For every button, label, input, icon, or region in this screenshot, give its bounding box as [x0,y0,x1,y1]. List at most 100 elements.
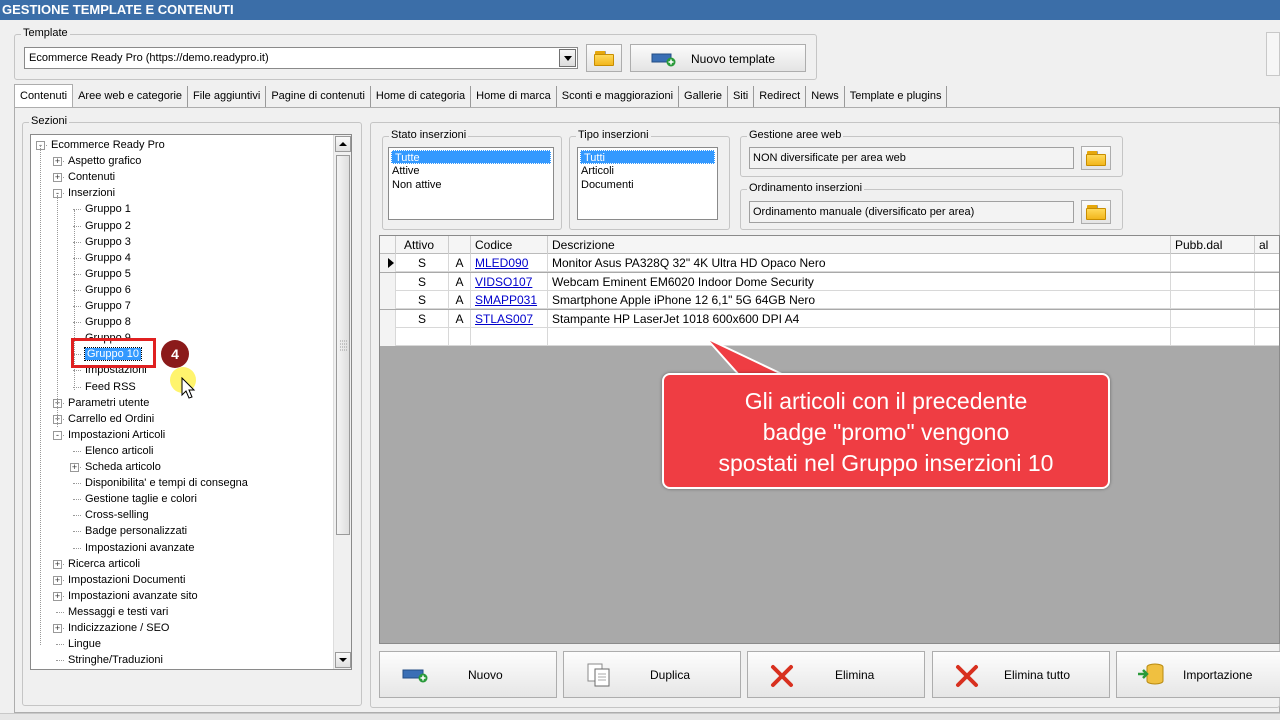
grid-header-descrizione[interactable]: Descrizione [548,236,1171,254]
importazione-button[interactable]: Importazione [1116,651,1280,698]
tree-node[interactable]: Gruppo 7 [85,299,131,313]
grid-header-al[interactable]: al [1255,236,1279,254]
tree-node[interactable]: Indicizzazione / SEO [68,621,170,635]
expand-icon[interactable]: + [53,575,62,585]
tree-node[interactable]: Lingue [68,637,101,651]
tree-node[interactable]: Gruppo 1 [85,202,131,216]
tree-node[interactable]: Ecommerce Ready Pro [51,138,165,152]
tipo-option-documenti[interactable]: Documenti [578,178,717,192]
tree-node[interactable]: Cross-selling [85,508,149,522]
tab-pagine-contenuti[interactable]: Pagine di contenuti [266,86,371,107]
expand-icon[interactable]: + [53,173,62,183]
grid-header-tipo[interactable] [449,236,471,254]
tree-node[interactable]: Scheda articolo [85,460,161,474]
table-row[interactable] [380,328,1279,346]
tipo-option-articoli[interactable]: Articoli [578,164,717,178]
grip-icon [340,340,348,351]
tree-scrollbar[interactable] [333,135,351,669]
tree-node[interactable]: Gruppo 3 [85,235,131,249]
tipo-option-tutti[interactable]: Tutti [580,150,715,164]
expand-icon[interactable]: + [53,559,62,569]
expand-icon[interactable]: + [70,463,79,472]
sections-tree[interactable]: Ecommerce Ready Pro - Aspetto grafico + Cont… [30,134,352,670]
cell-codice[interactable]: MLED090 [471,254,548,272]
tree-node[interactable]: Feed RSS [85,380,136,394]
tree-node[interactable]: Messaggi e testi vari [68,605,168,619]
tab-aree-web[interactable]: Aree web e categorie [73,86,189,107]
tree-connector-vertical [40,145,41,645]
tab-contenuti[interactable]: Contenuti [14,84,74,107]
collapse-icon[interactable]: - [53,430,62,440]
tab-file-aggiuntivi[interactable]: File aggiuntivi [188,86,267,107]
expand-icon[interactable]: + [53,624,62,633]
table-row[interactable]: S A STLAS007 Stampante HP LaserJet 1018 600… [380,309,1279,328]
tab-redirect[interactable]: Redirect [754,86,807,107]
tab-home-categoria[interactable]: Home di categoria [371,86,472,107]
tab-template-plugins[interactable]: Template e plugins [845,86,948,107]
scroll-down-button[interactable] [335,652,351,668]
chevron-down-icon[interactable] [559,49,576,67]
tab-sconti[interactable]: Sconti e maggiorazioni [557,86,680,107]
highlight-box [71,338,156,368]
tree-node[interactable]: Elenco articoli [85,444,153,458]
tree-node[interactable]: Disponibilita' e tempi di consegna [85,476,248,490]
stato-inserzioni-list[interactable]: Tutte Attive Non attive [388,147,554,220]
tree-node[interactable]: Ricerca articoli [68,557,140,571]
tree-node[interactable]: Impostazioni Articoli [68,428,165,442]
table-row[interactable]: S A SMAPP031 Smartphone Apple iPhone 12 6,1… [380,291,1279,309]
open-template-button[interactable] [586,44,622,72]
table-row[interactable]: S A MLED090 Monitor Asus PA328Q 32" 4K Ultr… [380,254,1279,272]
table-row[interactable]: S A VIDSO107 Webcam Eminent EM6020 Indoor D… [380,272,1279,291]
elimina-tutto-button[interactable]: Elimina tutto [932,651,1110,698]
stato-option-non-attive[interactable]: Non attive [389,178,553,192]
expand-icon[interactable]: + [53,591,62,601]
step-badge: 4 [161,340,189,368]
grid-header-pubb-dal[interactable]: Pubb.dal [1171,236,1255,254]
nuovo-button[interactable]: Nuovo [379,651,557,698]
tree-node[interactable]: Gruppo 4 [85,251,131,265]
scroll-up-button[interactable] [335,136,351,152]
tipo-inserzioni-list[interactable]: Tutti Articoli Documenti [577,147,718,220]
tab-news[interactable]: News [806,86,845,107]
tab-siti[interactable]: Siti [728,86,755,107]
cell-codice[interactable]: VIDSO107 [471,272,548,291]
scroll-thumb[interactable] [336,155,350,535]
new-template-button[interactable]: Nuovo template [630,44,806,72]
ordinamento-button[interactable] [1081,200,1111,224]
expand-icon[interactable]: + [53,157,62,167]
tree-node[interactable]: Gruppo 2 [85,219,131,233]
row-indicator [380,254,396,272]
tree-node[interactable]: Carrello ed Ordini [68,412,154,426]
tree-node[interactable]: Gruppo 5 [85,267,131,281]
new-item-icon [651,53,676,67]
tree-node[interactable]: Gestione taglie e colori [85,492,197,506]
elimina-tutto-label: Elimina tutto [1004,668,1071,682]
cell-codice[interactable]: STLAS007 [471,309,548,328]
tree-node[interactable]: Parametri utente [68,396,149,410]
stato-option-attive[interactable]: Attive [389,164,553,178]
tree-node[interactable]: Inserzioni [68,186,115,200]
elimina-button[interactable]: Elimina [747,651,925,698]
cell-empty[interactable] [471,328,548,346]
callout-line-3: spostati nel Gruppo inserzioni 10 [718,450,1054,476]
grid-header-attivo[interactable]: Attivo [396,236,449,254]
tree-node[interactable]: Contenuti [68,170,115,184]
duplica-button[interactable]: Duplica [563,651,741,698]
template-select[interactable]: Ecommerce Ready Pro (https://demo.readyp… [24,47,578,69]
grid-header-codice[interactable]: Codice [471,236,548,254]
tree-node[interactable]: Gruppo 6 [85,283,131,297]
tree-node-label: Scheda articolo [85,461,161,473]
tree-node[interactable]: Aspetto grafico [68,154,141,168]
tab-gallerie[interactable]: Gallerie [679,86,728,107]
cell-codice[interactable]: SMAPP031 [471,291,548,309]
tree-node[interactable]: Stringhe/Traduzioni [68,653,163,667]
tree-node[interactable]: Impostazioni avanzate [85,541,194,555]
tree-node[interactable]: Impostazioni Documenti [68,573,185,587]
tree-node[interactable]: Gruppo 8 [85,315,131,329]
gestione-aree-web-button[interactable] [1081,146,1111,170]
tree-node[interactable]: Impostazioni avanzate sito [68,589,198,603]
stato-option-tutte[interactable]: Tutte [391,150,551,164]
tree-node[interactable]: Badge personalizzati [85,524,187,538]
tab-home-marca[interactable]: Home di marca [471,86,557,107]
folder-icon [1086,151,1106,166]
